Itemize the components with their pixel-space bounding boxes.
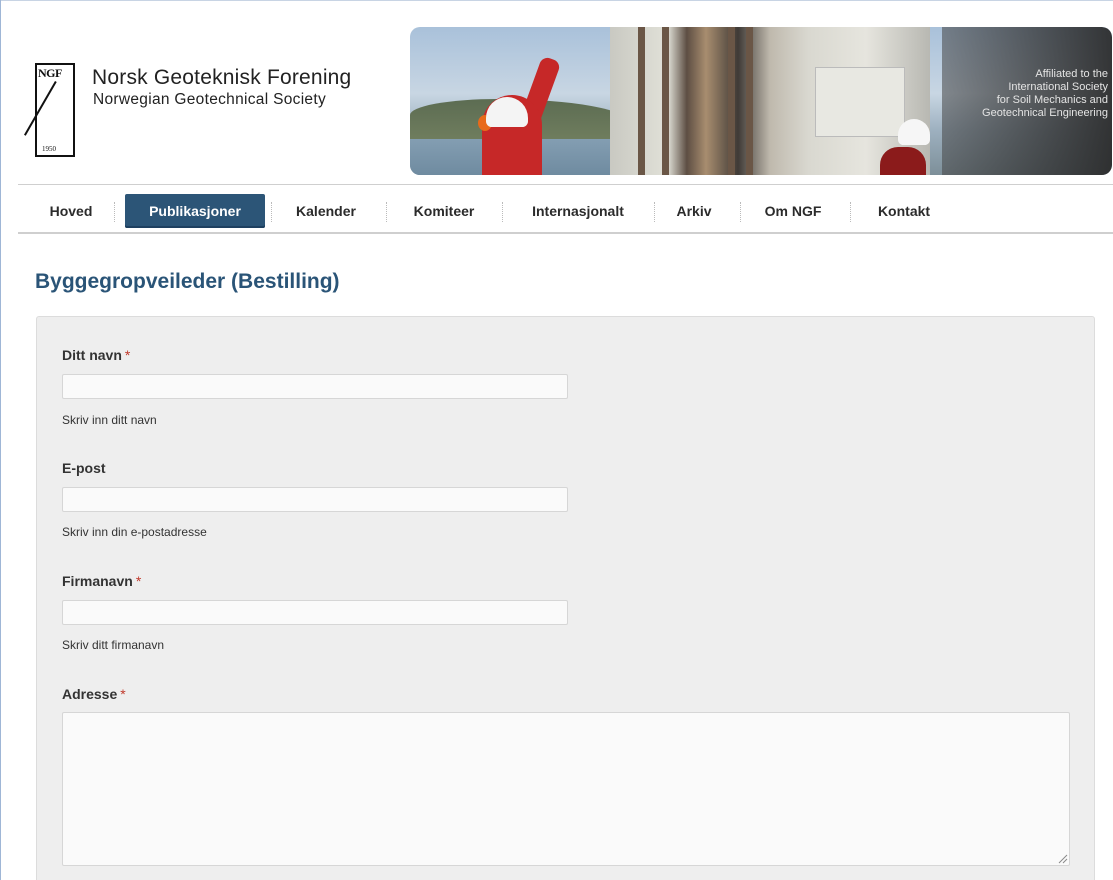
address-textarea[interactable] <box>62 712 1070 866</box>
nav-separator <box>271 202 272 222</box>
email-label: E-post <box>62 460 106 476</box>
banner-control-panel <box>815 67 905 137</box>
nav-separator <box>740 202 741 222</box>
nav-item-komiteer[interactable]: Komiteer <box>402 194 486 228</box>
name-label: Ditt navn * <box>62 347 130 363</box>
address-label: Adresse * <box>62 686 126 702</box>
affiliation-text: Affiliated to the International Society … <box>948 68 1108 120</box>
email-input[interactable] <box>62 487 568 512</box>
nav-item-om-ngf[interactable]: Om NGF <box>756 194 830 228</box>
logo-year: 1950 <box>42 145 56 153</box>
company-input[interactable] <box>62 600 568 625</box>
company-help-text: Skriv ditt firmanavn <box>62 638 165 652</box>
nav-separator <box>850 202 851 222</box>
banner-worker <box>880 147 926 175</box>
nav-separator <box>114 202 115 222</box>
nav-item-internasjonalt[interactable]: Internasjonalt <box>518 194 638 228</box>
order-form: Ditt navn * Skriv inn ditt navn E-post Sk… <box>36 316 1095 880</box>
resize-grip-icon[interactable] <box>1056 852 1068 864</box>
affiliation-line: Affiliated to the <box>1035 68 1108 80</box>
nav-item-arkiv[interactable]: Arkiv <box>668 194 720 228</box>
banner-helmet <box>898 119 930 145</box>
banner-pipe <box>662 27 669 175</box>
nav-separator <box>502 202 503 222</box>
banner-pipe <box>746 27 753 175</box>
nav-item-publikasjoner[interactable]: Publikasjoner <box>125 194 265 228</box>
main-nav: Hoved Publikasjoner Kalender Komiteer In… <box>18 184 1113 234</box>
address-label-text: Adresse <box>62 686 118 702</box>
company-label-text: Firmanavn <box>62 573 133 589</box>
name-input[interactable] <box>62 374 568 399</box>
affiliation-line: International Society <box>1008 81 1108 93</box>
page-title: Byggegropveileder (Bestilling) <box>35 270 340 293</box>
society-name-english: Norwegian Geotechnical Society <box>93 91 327 108</box>
nav-item-kalender[interactable]: Kalender <box>284 194 368 228</box>
site-header: NGF 1950 Norsk Geoteknisk Forening Norwe… <box>18 25 1113 180</box>
ngf-logo[interactable]: NGF 1950 <box>24 63 75 157</box>
name-label-text: Ditt navn <box>62 347 122 363</box>
required-marker: * <box>120 686 126 702</box>
society-name: Norsk Geoteknisk Forening <box>92 66 352 89</box>
email-help-text: Skriv inn din e-postadresse <box>62 525 207 539</box>
logo-slash <box>24 81 57 136</box>
left-border <box>0 0 1 880</box>
email-label-text: E-post <box>62 460 106 476</box>
required-marker: * <box>124 347 131 363</box>
affiliation-line: for Soil Mechanics and <box>996 94 1108 106</box>
company-label: Firmanavn * <box>62 573 141 589</box>
banner-pipe <box>728 27 735 175</box>
top-border <box>0 0 1113 4</box>
nav-separator <box>654 202 655 222</box>
logo-text: NGF <box>38 66 62 80</box>
name-help-text: Skriv inn ditt navn <box>62 413 157 427</box>
affiliation-line: Geotechnical Engineering <box>982 107 1108 119</box>
nav-item-hoved[interactable]: Hoved <box>38 194 104 228</box>
nav-item-kontakt[interactable]: Kontakt <box>866 194 942 228</box>
nav-separator <box>386 202 387 222</box>
required-marker: * <box>135 573 142 589</box>
banner-pipe <box>638 27 645 175</box>
header-banner-image: Affiliated to the International Society … <box>410 27 1112 175</box>
